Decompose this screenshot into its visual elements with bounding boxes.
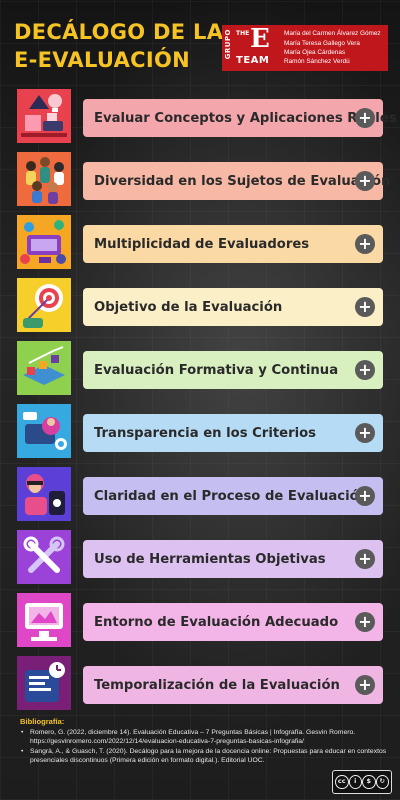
decalogue-item-4[interactable]: Objetivo de la Evaluación + (17, 278, 383, 332)
item-label: Diversidad en los Sujetos de Evaluación (94, 173, 391, 189)
expand-plus-icon[interactable]: + (355, 171, 375, 191)
item-label: Evaluación Formativa y Continua (94, 362, 339, 378)
nc-icon: $ (362, 775, 376, 789)
decalogue-item-1[interactable]: Evaluar Conceptos y Aplicaciones Reales … (17, 89, 397, 143)
decalogue-item-8[interactable]: Uso de Herramientas Objetivas + (17, 530, 383, 584)
item-bar[interactable]: Temporalización de la Evaluación + (83, 666, 383, 704)
author-badge: GRUPO THE E TEAM María del Carmen Álvare… (222, 25, 388, 71)
author-name: Ramón Sánchez Verdú (284, 58, 350, 66)
page-title: DECÁLOGO DE LA E-EVALUACIÓN (14, 18, 223, 74)
expand-plus-icon[interactable]: + (355, 675, 375, 695)
decalogue-item-6[interactable]: Transparencia en los Criterios + (17, 404, 383, 458)
item-bar[interactable]: Evaluar Conceptos y Aplicaciones Reales … (83, 99, 397, 137)
expand-plus-icon[interactable]: + (355, 108, 375, 128)
logo-team-text: TEAM (236, 55, 270, 66)
item-bar[interactable]: Entorno de Evaluación Adecuado + (83, 603, 383, 641)
calendar-clock-icon (17, 656, 71, 710)
decalogue-item-3[interactable]: Multiplicidad de Evaluadores + (17, 215, 383, 269)
shapes-lightbulb-icon (17, 89, 71, 143)
decalogue-item-5[interactable]: Evaluación Formativa y Continua + (17, 341, 383, 395)
by-icon: i (348, 775, 362, 789)
title-line-1: DECÁLOGO DE LA (14, 20, 224, 44)
diverse-people-icon (17, 152, 71, 206)
item-label: Temporalización de la Evaluación (94, 677, 340, 693)
logo-the-text: THE (236, 30, 250, 37)
expand-plus-icon[interactable]: + (355, 612, 375, 632)
decalogue-item-9[interactable]: Entorno de Evaluación Adecuado + (17, 593, 383, 647)
logo-e-text: E (250, 24, 270, 54)
author-list: María del Carmen Álvarez Gómez María Ter… (282, 29, 381, 67)
item-label: Objetivo de la Evaluación (94, 299, 283, 315)
item-label: Evaluar Conceptos y Aplicaciones Reales (94, 110, 397, 126)
item-bar[interactable]: Diversidad en los Sujetos de Evaluación … (83, 162, 390, 200)
clarity-touch-icon (17, 467, 71, 521)
decalogue-item-7[interactable]: Claridad en el Proceso de Evaluación + (17, 467, 383, 521)
item-bar[interactable]: Objetivo de la Evaluación + (83, 288, 383, 326)
sa-icon: ↻ (375, 775, 389, 789)
expand-plus-icon[interactable]: + (355, 360, 375, 380)
title-line-2: E-EVALUACIÓN (14, 48, 191, 72)
item-bar[interactable]: Multiplicidad de Evaluadores + (83, 225, 383, 263)
bibliography: Bibliografía: Romero, G. (2022, diciembr… (20, 717, 390, 766)
author-name: María Ojea Cárdenas (284, 49, 346, 56)
item-label: Entorno de Evaluación Adecuado (94, 614, 339, 630)
expand-plus-icon[interactable]: + (355, 486, 375, 506)
bibliography-heading: Bibliografía: (20, 717, 65, 726)
item-bar[interactable]: Evaluación Formativa y Continua + (83, 351, 383, 389)
author-name: María Teresa Gallego Vera (284, 39, 360, 47)
item-bar[interactable]: Transparencia en los Criterios + (83, 414, 383, 452)
expand-plus-icon[interactable]: + (355, 234, 375, 254)
the-e-team-logo: GRUPO THE E TEAM (222, 25, 282, 71)
item-label: Transparencia en los Criterios (94, 425, 317, 441)
decalogue-item-2[interactable]: Diversidad en los Sujetos de Evaluación … (17, 152, 390, 206)
transparency-icon (17, 404, 71, 458)
multiple-evaluators-icon (17, 215, 71, 269)
cc-icon: cc (335, 775, 349, 789)
expand-plus-icon[interactable]: + (355, 297, 375, 317)
bibliography-entry: Sangrà, A., & Guasch, T. (2020). Decálog… (20, 747, 390, 765)
target-icon (17, 278, 71, 332)
item-label: Multiplicidad de Evaluadores (94, 236, 310, 252)
tools-icon (17, 530, 71, 584)
decalogue-item-10[interactable]: Temporalización de la Evaluación + (17, 656, 383, 710)
item-bar[interactable]: Uso de Herramientas Objetivas + (83, 540, 383, 578)
item-label: Uso de Herramientas Objetivas (94, 551, 326, 567)
continuous-progress-icon (17, 341, 71, 395)
bibliography-entry: Romero, G. (2022, diciembre 14). Evaluac… (20, 728, 390, 746)
item-bar[interactable]: Claridad en el Proceso de Evaluación + (83, 477, 383, 515)
environment-screen-icon (17, 593, 71, 647)
author-name: María del Carmen Álvarez Gómez (284, 30, 381, 38)
item-label: Claridad en el Proceso de Evaluación (94, 488, 369, 504)
expand-plus-icon[interactable]: + (355, 423, 375, 443)
creative-commons-license-badge[interactable]: cc i $ ↻ (332, 770, 392, 794)
bibliography-list: Romero, G. (2022, diciembre 14). Evaluac… (20, 728, 390, 765)
logo-grupo-text: GRUPO (224, 29, 232, 60)
expand-plus-icon[interactable]: + (355, 549, 375, 569)
